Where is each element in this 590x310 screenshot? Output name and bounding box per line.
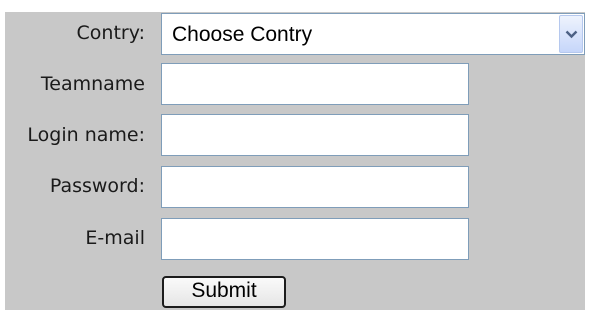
chevron-down-icon [565,30,578,39]
login-name-label: Login name: [27,124,145,146]
password-label: Password: [49,175,145,197]
submit-button[interactable]: Submit [162,276,286,308]
teamname-input[interactable] [161,63,469,105]
country-label: Contry: [76,22,145,44]
login-name-input[interactable] [161,114,469,156]
email-label: E-mail [85,227,145,249]
country-select-value: Choose Contry [172,23,313,46]
email-input[interactable] [161,218,469,260]
registration-form: Contry: Choose Contry Teamname Login nam… [5,12,585,310]
dropdown-button[interactable] [559,15,583,53]
teamname-label: Teamname [40,73,145,95]
password-input[interactable] [161,166,469,208]
country-select[interactable]: Choose Contry [161,13,585,55]
